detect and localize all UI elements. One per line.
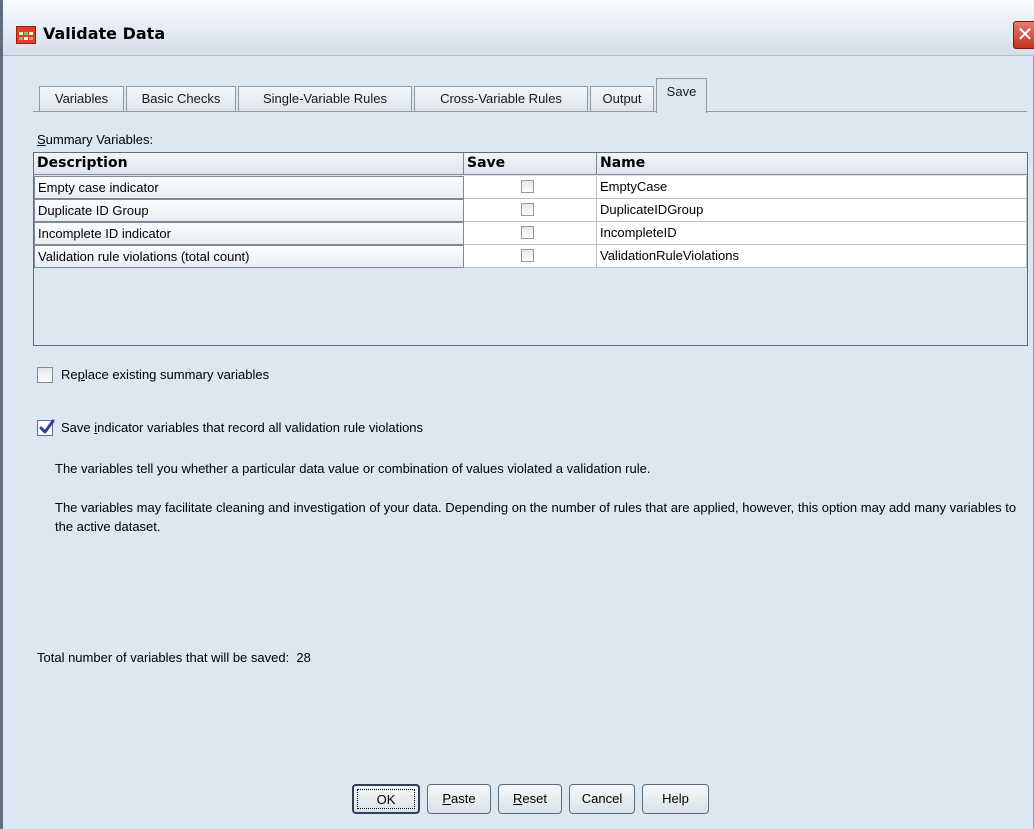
tab-single-variable-rules[interactable]: Single-Variable Rules — [238, 86, 412, 112]
column-header-description[interactable]: Description — [34, 153, 464, 174]
title-bar[interactable]: Validate Data ✕ — [3, 0, 1034, 56]
reset-button[interactable]: Reset — [498, 784, 562, 814]
save-indicators-checkbox[interactable] — [37, 419, 55, 436]
table-row: Empty case indicator EmptyCase — [34, 176, 1027, 199]
save-checkbox[interactable] — [521, 249, 534, 262]
tab-panel-border — [33, 111, 1027, 112]
row-description: Validation rule violations (total count) — [34, 245, 464, 268]
data-grid-icon — [16, 26, 36, 44]
replace-existing-label: Replace existing summary variables — [61, 367, 270, 382]
total-variables-value: 28 — [296, 650, 311, 665]
summary-variables-label: Summary Variables: — [37, 132, 154, 147]
paste-button[interactable]: Paste — [427, 784, 491, 814]
replace-existing-checkbox[interactable] — [37, 367, 53, 383]
validate-data-dialog: Validate Data ✕ Variables Basic Checks S… — [0, 0, 1034, 829]
table-row: Duplicate ID Group DuplicateIDGroup — [34, 199, 1027, 222]
window-title: Validate Data — [43, 24, 166, 43]
row-description: Empty case indicator — [34, 176, 464, 199]
tab-variables[interactable]: Variables — [39, 86, 124, 112]
tab-basic-checks[interactable]: Basic Checks — [126, 86, 236, 112]
save-checkbox[interactable] — [521, 180, 534, 193]
table-header: Description Save Name — [34, 153, 1027, 175]
save-checkbox[interactable] — [521, 226, 534, 239]
row-save-cell — [464, 199, 597, 222]
column-header-save[interactable]: Save — [464, 153, 597, 174]
save-indicators-label: Save indicator variables that record all… — [61, 420, 424, 435]
tab-save[interactable]: Save — [656, 78, 707, 113]
help-button[interactable]: Help — [642, 784, 709, 814]
tab-cross-variable-rules[interactable]: Cross-Variable Rules — [414, 86, 588, 112]
row-name[interactable]: ValidationRuleViolations — [597, 245, 1027, 268]
row-description: Duplicate ID Group — [34, 199, 464, 222]
column-header-name[interactable]: Name — [597, 153, 1027, 174]
checkmark-icon — [39, 419, 55, 434]
indicator-description-2: The variables may facilitate cleaning an… — [55, 500, 1017, 534]
row-save-cell — [464, 245, 597, 268]
close-icon[interactable]: ✕ — [1013, 21, 1034, 49]
row-save-cell — [464, 222, 597, 245]
table-row: Incomplete ID indicator IncompleteID — [34, 222, 1027, 245]
summary-variables-table: Description Save Name Empty case indicat… — [33, 152, 1028, 346]
ok-button[interactable]: OK — [352, 784, 420, 814]
tab-output[interactable]: Output — [590, 86, 654, 112]
row-name[interactable]: EmptyCase — [597, 176, 1027, 199]
indicator-description-1: The variables tell you whether a particu… — [55, 461, 651, 476]
row-description: Incomplete ID indicator — [34, 222, 464, 245]
total-variables: Total number of variables that will be s… — [37, 650, 311, 665]
row-name[interactable]: IncompleteID — [597, 222, 1027, 245]
cancel-button[interactable]: Cancel — [569, 784, 635, 814]
row-name[interactable]: DuplicateIDGroup — [597, 199, 1027, 222]
table-row: Validation rule violations (total count)… — [34, 245, 1027, 268]
row-save-cell — [464, 176, 597, 199]
save-checkbox[interactable] — [521, 203, 534, 216]
